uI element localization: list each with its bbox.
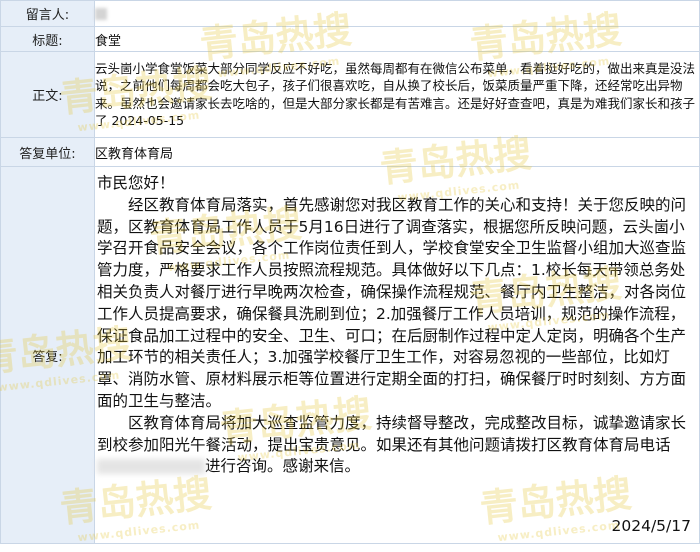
reply-cell: 市民您好！ 经区教育体育局落实，首先感谢您对我区教育工作的关心和支持！关于您反映…: [94, 166, 700, 544]
name-value: [94, 0, 700, 27]
reply-paragraph-2-end: 进行咨询。感谢来信。: [205, 457, 361, 476]
reply-label: 答复:: [0, 166, 95, 544]
unit-value: 区教育体育局: [94, 137, 700, 167]
body-text: 云头崮小学食堂饭菜大部分同学反应不好吃，虽然每周都有在微信公布菜单，看着挺好吃的…: [95, 60, 696, 129]
reply-paragraph-1: 经区教育体育局落实，首先感谢您对我区教育工作的关心和支持！关于您反映的问题，区教…: [97, 195, 687, 410]
unit-label: 答复单位:: [0, 137, 95, 167]
redacted-phone: [97, 459, 205, 475]
name-label: 留言人:: [0, 0, 95, 27]
reply-content: 市民您好！ 经区教育体育局落实，首先感谢您对我区教育工作的关心和支持！关于您反映…: [95, 169, 699, 541]
body-label: 正文:: [0, 51, 95, 138]
message-table: 留言人: 标题: 食堂 正文: 云头崮小学食堂饭菜大部分同学反应不好吃，虽然每周…: [0, 0, 700, 544]
reply-greeting: 市民您好！: [97, 174, 175, 192]
title-label: 标题:: [0, 26, 95, 52]
reply-paragraph-2: 区教育体育局将加大巡查监管力度，持续督导整改，完成整改目标，诚挚邀请家长到校参加…: [97, 413, 695, 478]
reply-date: 2024/5/17: [611, 517, 691, 536]
title-value: 食堂: [94, 26, 700, 52]
body-cell: 云头崮小学食堂饭菜大部分同学反应不好吃，虽然每周都有在微信公布菜单，看着挺好吃的…: [94, 51, 700, 138]
redacted-name: [95, 7, 107, 20]
reply-paragraph-2-start: 区教育体育局将加大巡查监管力度，持续督导整改，完成整改目标，诚挚邀请家长到校参加…: [97, 413, 687, 454]
